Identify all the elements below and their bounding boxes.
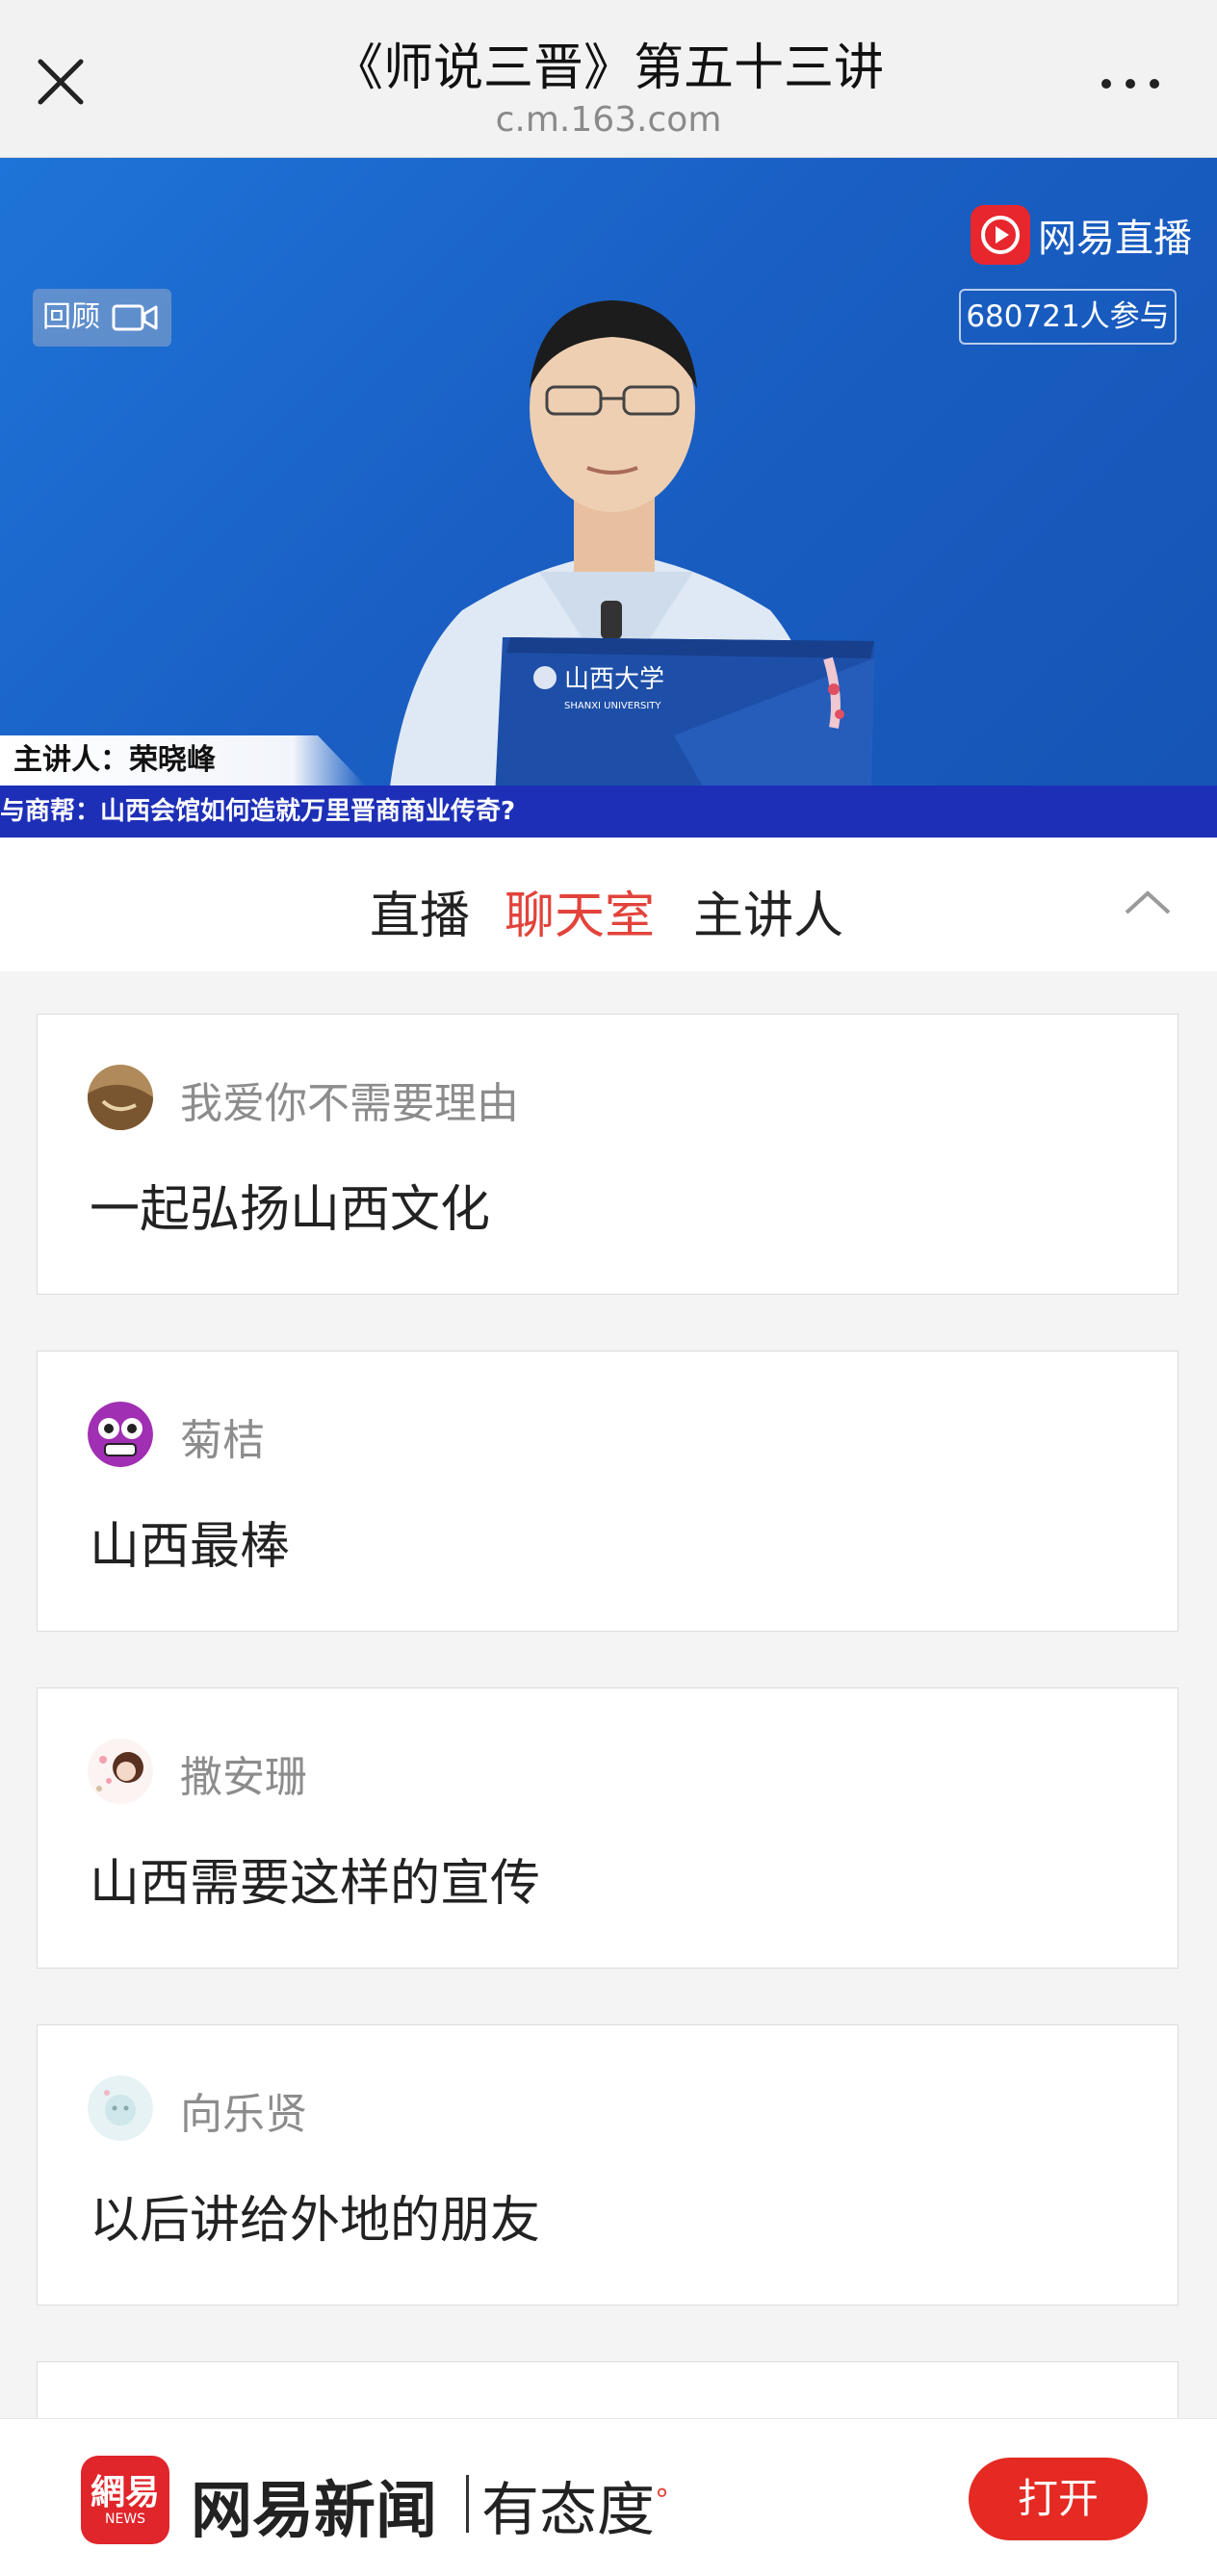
open-app-button[interactable]: 打开 bbox=[969, 2458, 1148, 2540]
app-name: 网易新闻 bbox=[191, 2476, 437, 2547]
chat-username: 撒安珊 bbox=[180, 1753, 307, 1802]
content-tabs: 直播 聊天室 主讲人 bbox=[0, 838, 1217, 971]
netease-news-logo: 網易 NEWS bbox=[81, 2456, 169, 2544]
degree-mark-icon: ° bbox=[655, 2484, 669, 2517]
chat-text: 山西最棒 bbox=[90, 1518, 291, 1576]
page-url: c.m.163.com bbox=[495, 100, 722, 140]
close-button[interactable] bbox=[35, 56, 87, 108]
participant-count: 680721人参与 bbox=[959, 289, 1177, 345]
speaker-caption: 主讲人：荣晓峰 bbox=[0, 735, 366, 786]
chat-text: 以后讲给外地的朋友 bbox=[90, 2192, 541, 2250]
top-bar: 《师说三晋》第五十三讲 c.m.163.com bbox=[0, 0, 1217, 158]
avatar[interactable] bbox=[88, 2075, 153, 2141]
app-slogan: 有态度° bbox=[481, 2477, 669, 2544]
chat-text: 一起弘扬山西文化 bbox=[90, 1181, 491, 1239]
chat-message: 撒安珊 山西需要这样的宣传 bbox=[37, 1687, 1178, 1969]
more-icon bbox=[1101, 79, 1111, 89]
app-banner: 網易 NEWS 网易新闻 有态度° 打开 bbox=[0, 2418, 1217, 2576]
tab-live[interactable]: 直播 bbox=[370, 875, 470, 947]
chat-username: 我爱你不需要理由 bbox=[180, 1079, 519, 1128]
more-button[interactable] bbox=[1101, 69, 1159, 98]
review-label: 回顾 bbox=[42, 300, 100, 334]
divider bbox=[466, 2475, 469, 2533]
podium-label: 山西大学 bbox=[564, 665, 664, 694]
chevron-up-icon bbox=[1125, 890, 1171, 914]
logo-sub: NEWS bbox=[104, 2512, 146, 2527]
netease-live-brand: 网易直播 bbox=[971, 204, 1192, 266]
lecture-ticker: 馆与商帮：山西会馆如何造就万里晋商商业传奇? bbox=[0, 786, 1217, 837]
review-badge[interactable]: 回顾 bbox=[33, 289, 171, 347]
avatar[interactable] bbox=[88, 1065, 153, 1130]
close-icon bbox=[38, 59, 84, 105]
svg-text:SHANXI UNIVERSITY: SHANXI UNIVERSITY bbox=[564, 701, 661, 711]
chat-message: 我爱你不需要理由 一起弘扬山西文化 bbox=[37, 1014, 1178, 1295]
page-title: 《师说三晋》第五十三讲 bbox=[332, 39, 884, 97]
chat-message-partial bbox=[37, 2361, 1178, 2418]
chat-message: 向乐贤 以后讲给外地的朋友 bbox=[37, 2024, 1178, 2306]
avatar[interactable] bbox=[88, 1402, 153, 1467]
chat-message: 菊桔 山西最棒 bbox=[37, 1351, 1178, 1632]
tab-speaker[interactable]: 主讲人 bbox=[693, 875, 843, 947]
video-player[interactable]: 山西大学 SHANXI UNIVERSITY 回顾 网易直播 680721人参与… bbox=[0, 158, 1217, 837]
video-camera-icon bbox=[112, 304, 158, 331]
collapse-button[interactable] bbox=[1123, 888, 1173, 916]
netease-live-logo-icon bbox=[971, 205, 1030, 265]
chat-username: 向乐贤 bbox=[180, 2090, 307, 2139]
avatar[interactable] bbox=[88, 1739, 153, 1804]
tab-chatroom[interactable]: 聊天室 bbox=[505, 875, 655, 947]
brand-label: 网易直播 bbox=[1038, 217, 1192, 261]
chat-text: 山西需要这样的宣传 bbox=[90, 1855, 541, 1913]
chat-username: 菊桔 bbox=[180, 1416, 265, 1465]
